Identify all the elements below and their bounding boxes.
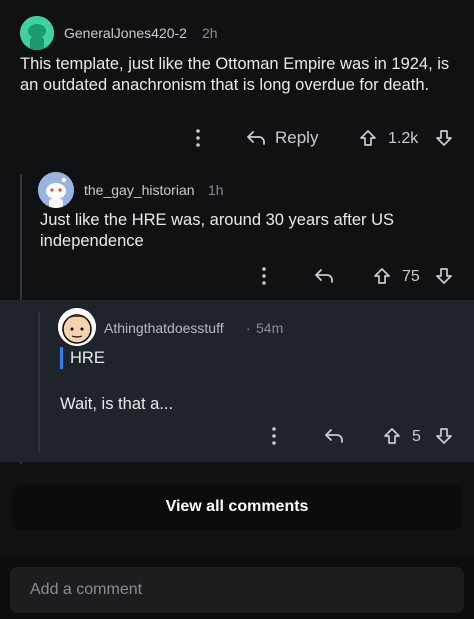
- more-icon[interactable]: [264, 424, 284, 448]
- more-icon[interactable]: [188, 126, 208, 150]
- quoted-text: HRE: [70, 349, 105, 367]
- avatar[interactable]: [38, 172, 74, 208]
- snoo-avatar-icon: [38, 172, 74, 208]
- upvote-icon[interactable]: [370, 264, 394, 288]
- comment-body: Just like the HRE was, around 30 years a…: [40, 211, 394, 250]
- upvote-icon[interactable]: [380, 424, 404, 448]
- vote-count: 75: [402, 268, 420, 285]
- add-comment-input[interactable]: Add a comment: [10, 567, 464, 613]
- reply-arrow-icon: [247, 131, 265, 145]
- avatar[interactable]: [20, 16, 54, 50]
- reply-label: Reply: [275, 128, 319, 147]
- comment-username[interactable]: the_gay_historian: [84, 182, 195, 198]
- downvote-icon[interactable]: [432, 264, 456, 288]
- comment-timestamp: 2h: [202, 25, 218, 41]
- thread-line-level-2: [38, 312, 40, 452]
- downvote-icon[interactable]: [432, 424, 456, 448]
- comment-body: Wait, is that a...: [60, 395, 174, 413]
- comment-timestamp: 1h: [208, 182, 224, 198]
- vote-count: 5: [412, 428, 421, 445]
- more-icon[interactable]: [254, 264, 274, 288]
- comment-username[interactable]: Athingthatdoesstuff: [104, 320, 224, 336]
- upvote-icon[interactable]: [356, 126, 380, 150]
- separator-dot: ·: [246, 320, 251, 336]
- quote-bar: [60, 347, 63, 369]
- reply-button[interactable]: Reply: [246, 126, 326, 150]
- avatar[interactable]: [58, 308, 96, 346]
- snoo-avatar-icon: [20, 16, 54, 50]
- reply-arrow-icon[interactable]: [312, 264, 336, 288]
- comment-username[interactable]: GeneralJones420-2: [64, 25, 187, 41]
- face-avatar-icon: [58, 308, 96, 346]
- comment-body: This template, just like the Ottoman Emp…: [20, 55, 450, 94]
- reply-arrow-icon[interactable]: [322, 424, 346, 448]
- view-all-comments-button[interactable]: View all comments: [12, 484, 462, 530]
- vote-count: 1.2k: [388, 130, 419, 147]
- comment-timestamp: 54m: [256, 320, 284, 336]
- downvote-icon[interactable]: [432, 126, 456, 150]
